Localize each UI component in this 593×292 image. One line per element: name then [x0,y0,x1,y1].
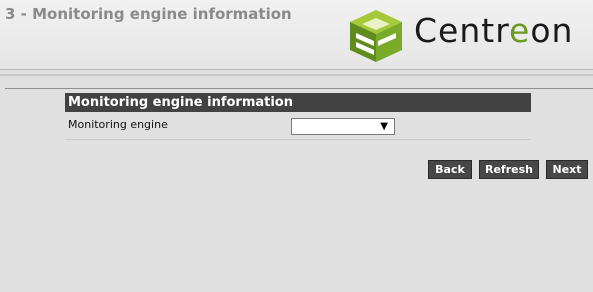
engine-info-panel: Monitoring engine information Monitoring… [65,93,531,140]
divider [5,88,593,89]
back-button[interactable]: Back [428,160,472,179]
monitoring-engine-select[interactable]: ▼ [291,118,395,135]
next-button[interactable]: Next [546,160,588,179]
page-header: 3 - Monitoring engine information Centre… [0,0,593,69]
step-title: 3 - Monitoring engine information [5,5,292,23]
panel-title: Monitoring engine information [65,93,531,112]
divider [0,74,593,76]
chevron-down-icon: ▼ [380,121,388,132]
divider [0,69,593,70]
form-row: Monitoring engine ▼ [65,112,531,140]
centreon-cube-icon [350,10,402,62]
logo-wordmark: Centreon [414,11,574,50]
monitoring-engine-label: Monitoring engine [68,118,168,131]
refresh-button[interactable]: Refresh [479,160,539,179]
